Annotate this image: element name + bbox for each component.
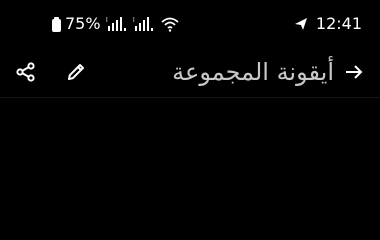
status-bar: 75% l l 12:41 [0,0,380,48]
page-title: أيقونة المجموعة [172,58,334,86]
svg-text:l: l [133,17,135,24]
arrow-right-icon [346,65,363,79]
share-button[interactable] [12,58,40,86]
svg-text:l: l [106,17,108,24]
content-area [0,98,380,240]
wifi-icon [160,17,179,32]
battery-icon [52,16,61,32]
signal-icon: l [133,17,153,31]
status-left: 75% l l [52,14,179,34]
edit-icon [68,64,84,80]
edit-button[interactable] [62,58,90,86]
status-right: 12:41 [294,14,362,34]
send-icon [294,18,307,30]
app-bar: أيقونة المجموعة [0,48,380,96]
signal-icon: l [106,17,126,31]
clock: 12:41 [315,14,362,33]
battery-percent: 75% [65,14,101,33]
back-button[interactable] [340,58,368,86]
share-icon [16,62,35,82]
